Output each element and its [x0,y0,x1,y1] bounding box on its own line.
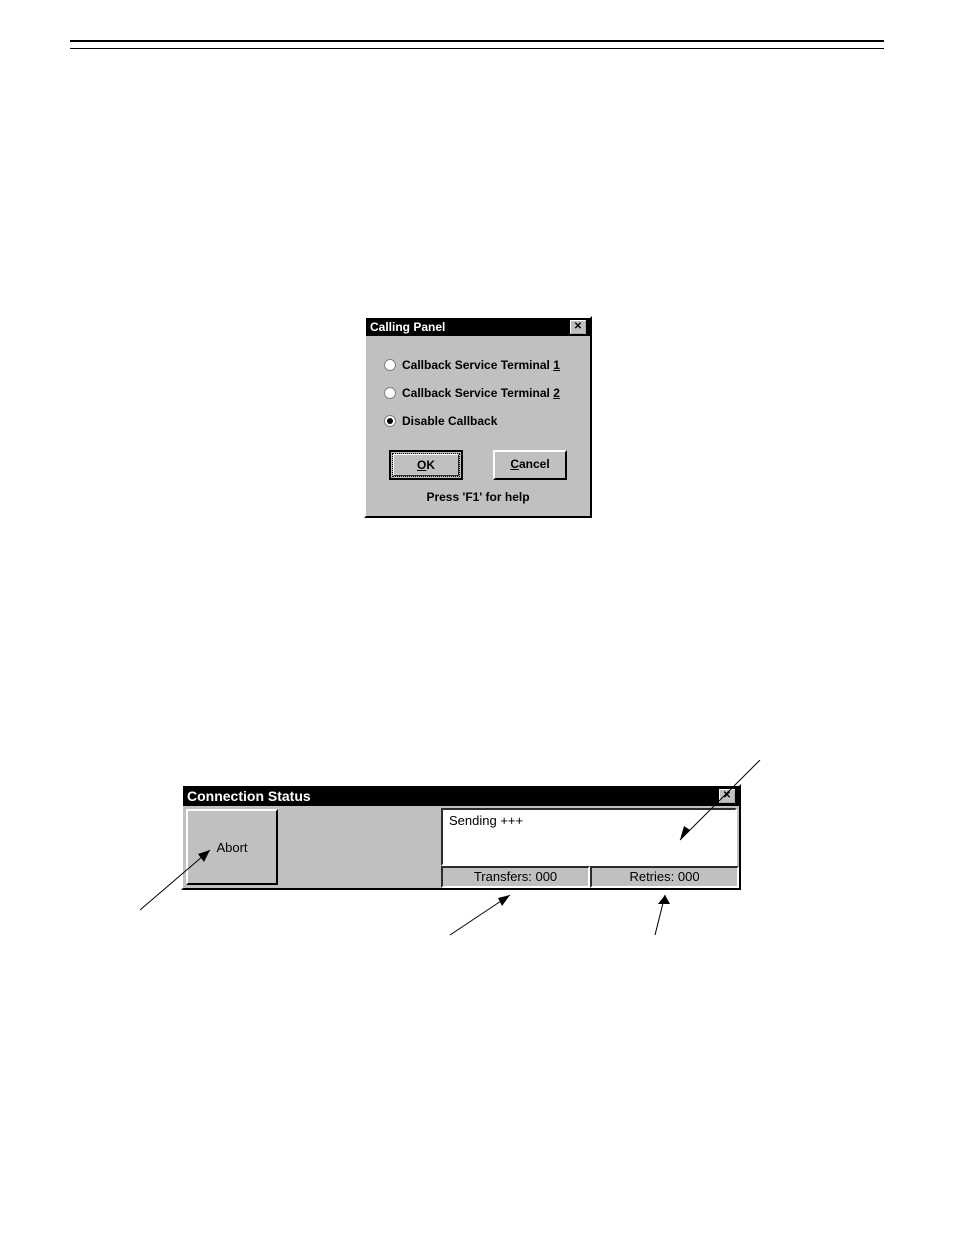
radio-icon [384,359,396,371]
radio-label: Disable Callback [402,414,497,428]
arrow-annotation-retries [630,890,690,940]
connection-status-title: Connection Status [187,788,311,804]
arrow-annotation-abort [140,840,240,920]
retries-status: Retries: 000 [590,866,739,888]
radio-callback-terminal-2[interactable]: Callback Service Terminal 2 [384,386,576,400]
radio-label: Callback Service Terminal 2 [402,386,560,400]
calling-panel-title: Calling Panel [370,320,445,334]
rule-thick [70,40,884,42]
arrow-annotation-transfers [440,890,540,940]
transfers-status: Transfers: 000 [441,866,590,888]
cancel-button[interactable]: Cancel [493,450,567,480]
radio-label: Callback Service Terminal 1 [402,358,560,372]
radio-callback-terminal-1[interactable]: Callback Service Terminal 1 [384,358,576,372]
calling-panel-dialog: Calling Panel ✕ Callback Service Termina… [364,316,592,518]
ok-button[interactable]: OK [389,450,463,480]
help-hint: Press 'F1' for help [380,490,576,504]
radio-disable-callback[interactable]: Disable Callback [384,414,576,428]
arrow-annotation-close [650,760,770,860]
radio-icon [384,415,396,427]
spacer [281,806,441,888]
rule-thin [70,48,884,49]
radio-icon [384,387,396,399]
close-icon[interactable]: ✕ [570,320,586,334]
calling-panel-titlebar: Calling Panel ✕ [366,318,590,336]
